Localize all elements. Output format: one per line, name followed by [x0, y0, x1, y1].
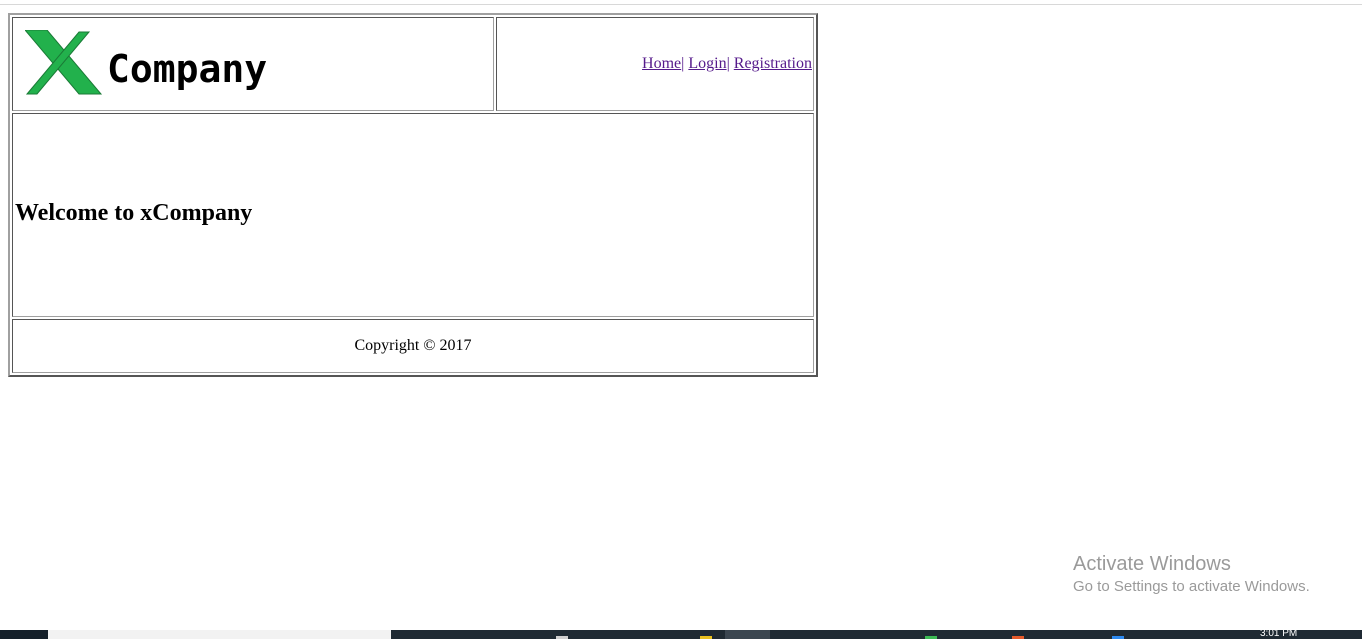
copyright-text: Copyright © 2017 — [354, 337, 472, 354]
layout-table: X Company Home| Login| Registration Welc… — [8, 13, 818, 377]
main-content-cell: Welcome to xCompany — [12, 113, 814, 317]
activate-windows-watermark: Activate Windows Go to Settings to activ… — [1073, 552, 1310, 598]
active-browser-app-icon[interactable] — [725, 630, 770, 639]
watermark-subtitle: Go to Settings to activate Windows. — [1073, 578, 1310, 595]
windows-taskbar: 3:01 PM — [0, 628, 1362, 639]
taskbar-clock[interactable]: 3:01 PM — [1260, 628, 1297, 639]
nav-separator: | — [726, 55, 730, 72]
welcome-heading: Welcome to xCompany — [15, 200, 253, 226]
browser-top-border — [0, 4, 1362, 5]
header-logo-cell: X Company — [12, 17, 494, 111]
taskbar-search-box[interactable] — [48, 630, 391, 639]
company-logo: X Company — [23, 29, 275, 96]
header-nav-cell: Home| Login| Registration — [496, 17, 814, 111]
nav-link-home[interactable]: Home — [642, 55, 681, 72]
nav-separator: | — [681, 55, 685, 72]
start-button[interactable] — [0, 630, 48, 639]
main-navigation: Home| Login| Registration — [642, 55, 812, 73]
nav-link-login[interactable]: Login — [688, 55, 726, 72]
nav-link-registration[interactable]: Registration — [734, 55, 812, 72]
x-logo-icon: X — [23, 29, 103, 95]
footer-cell: Copyright © 2017 — [12, 319, 814, 373]
watermark-title: Activate Windows — [1073, 553, 1231, 575]
logo-wordmark: Company — [107, 47, 268, 91]
